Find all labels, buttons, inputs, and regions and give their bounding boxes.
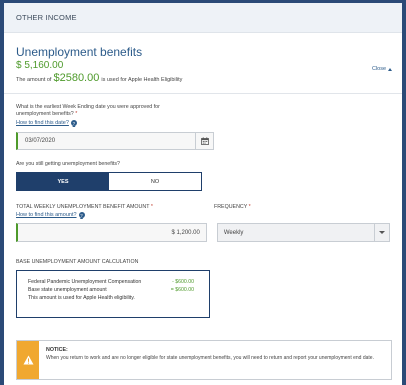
weekly-amount-label-text: TOTAL WEEKLY UNEMPLOYMENT BENEFIT AMOUNT [16, 204, 150, 210]
required-mark: * [248, 204, 251, 210]
section-title: OTHER INCOME [16, 13, 77, 22]
frequency-label: FREQUENCY * [214, 204, 251, 218]
section-header: OTHER INCOME [4, 3, 402, 33]
find-date-link[interactable]: How to find this date? ? [16, 120, 390, 126]
date-value: 03/07/2020 [25, 138, 56, 144]
notice-banner: NOTICE: When you return to work and are … [16, 340, 392, 380]
close-button[interactable]: Close [372, 66, 392, 72]
weekly-amount-label: TOTAL WEEKLY UNEMPLOYMENT BENEFIT AMOUNT… [16, 204, 214, 210]
eligibility-prefix: The amount of [16, 77, 52, 83]
required-mark: * [150, 204, 153, 210]
notice-text: When you return to work and are no longe… [46, 355, 374, 361]
still-getting-label: Are you still getting unemployment benef… [16, 161, 120, 167]
week-ending-label: What is the earliest Week Ending date yo… [16, 104, 160, 117]
help-icon: ? [70, 120, 77, 126]
dropdown-button[interactable] [374, 224, 389, 241]
find-amount-link[interactable]: How to find this amount? ? [16, 212, 214, 218]
find-date-label: How to find this date? [16, 120, 69, 126]
weekly-amount-input[interactable]: $ 1,200.00 [16, 223, 207, 242]
help-icon: ? [78, 212, 85, 218]
benefit-amount: $ 5,160.00 [16, 60, 64, 71]
amount-labels-row: TOTAL WEEKLY UNEMPLOYMENT BENEFIT AMOUNT… [16, 204, 390, 218]
calculation-row-value: = $600.00 [170, 287, 194, 293]
calculation-row-label: Federal Pandemic Unemployment Compensati… [28, 279, 142, 285]
frequency-value: Weekly [223, 229, 244, 236]
frequency-select[interactable]: Weekly [216, 223, 390, 242]
week-ending-question: What is the earliest Week Ending date yo… [16, 104, 186, 118]
calculation-row-value: - $600.00 [172, 279, 194, 285]
calculation-title: BASE UNEMPLOYMENT AMOUNT CALCULATION [16, 259, 139, 265]
calculation-box: Federal Pandemic Unemployment Compensati… [16, 270, 210, 318]
eligibility-amount: $2580.00 [53, 72, 100, 84]
find-amount-label: How to find this amount? [16, 212, 77, 218]
weekly-amount-label-group: TOTAL WEEKLY UNEMPLOYMENT BENEFIT AMOUNT… [16, 204, 214, 218]
no-button[interactable]: NO [109, 173, 201, 190]
required-mark: * [75, 111, 78, 117]
divider [4, 93, 402, 94]
chevron-up-icon [388, 67, 392, 71]
eligibility-suffix: is used for Apple Health Eligibility [101, 77, 183, 83]
still-getting-toggle: YES NO [16, 172, 202, 191]
calculation-row: Base state unemployment amount = $600.00 [28, 286, 194, 294]
amount-fields-row: $ 1,200.00 Weekly [16, 223, 390, 242]
chevron-down-icon [379, 231, 385, 234]
week-ending-date-input[interactable]: 03/07/2020 [16, 132, 214, 150]
calculation-row: Federal Pandemic Unemployment Compensati… [28, 278, 194, 286]
calculation-note: This amount is used for Apple Health eli… [28, 295, 135, 301]
weekly-amount-value: $ 1,200.00 [171, 229, 200, 236]
frequency-label-text: FREQUENCY [214, 204, 248, 210]
eligibility-text: The amount of $2580.00 is used for Apple… [16, 72, 390, 84]
notice-body: NOTICE: When you return to work and are … [39, 341, 386, 379]
warning-icon [17, 341, 39, 379]
unemployment-card: Unemployment benefits Close $ 5,160.00 T… [4, 45, 402, 318]
notice-title: NOTICE: [46, 347, 68, 353]
yes-button[interactable]: YES [17, 173, 109, 190]
calendar-icon[interactable] [195, 133, 213, 149]
calculation-row-label: Base state unemployment amount [28, 287, 107, 293]
other-income-panel: OTHER INCOME Unemployment benefits Close… [4, 3, 402, 385]
close-label: Close [371, 66, 386, 72]
benefit-title: Unemployment benefits [16, 45, 143, 59]
